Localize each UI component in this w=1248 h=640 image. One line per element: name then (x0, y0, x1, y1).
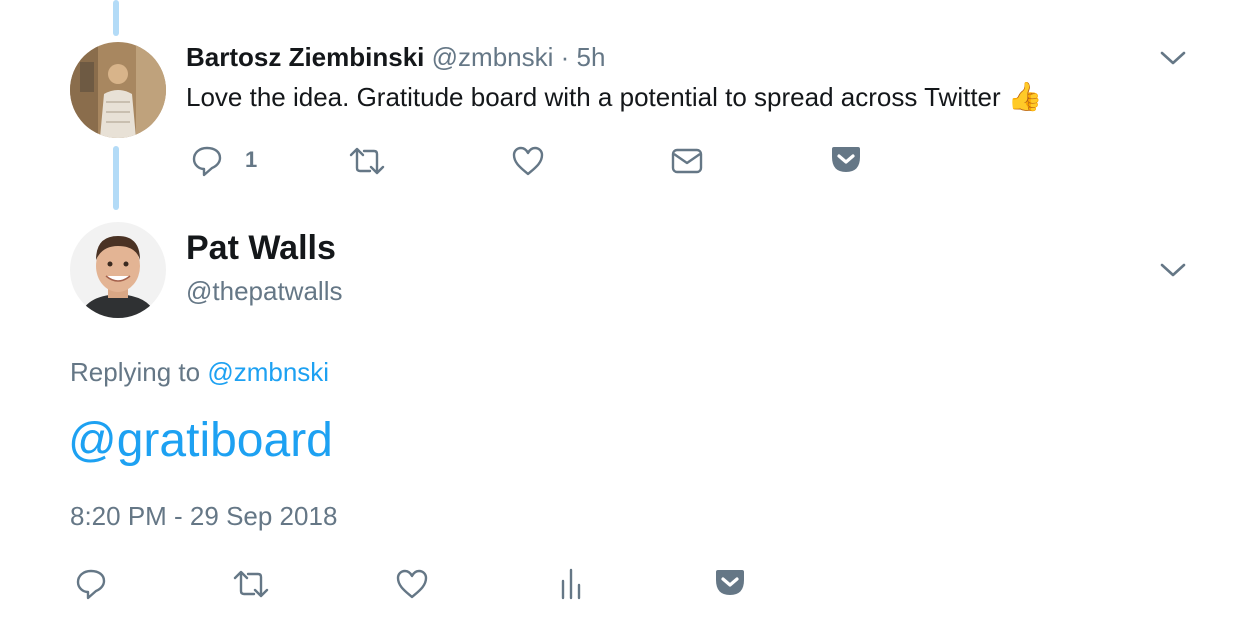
meta-separator: · (560, 42, 570, 72)
author-handle[interactable]: @zmbnski (432, 42, 554, 72)
thumbs-up-emoji: 👍 (1007, 81, 1043, 112)
pocket-icon[interactable] (714, 568, 746, 598)
tweet-time[interactable]: 5h (577, 42, 606, 72)
replying-to-label: Replying to (70, 357, 201, 387)
analytics-icon[interactable] (558, 567, 584, 601)
tweet-text-mention-link[interactable]: @gratiboard (68, 412, 333, 470)
author-name[interactable]: Pat Walls (186, 228, 336, 268)
tweet-timestamp[interactable]: 8:20 PM - 29 Sep 2018 (70, 500, 337, 532)
reply-icon[interactable] (190, 144, 224, 178)
avatar-pat-walls[interactable] (70, 222, 166, 318)
reply-count[interactable]: 1 (245, 147, 257, 173)
direct-message-icon[interactable] (670, 146, 704, 176)
reply-icon[interactable] (74, 567, 108, 601)
replying-to-handle-link[interactable]: @zmbnski (207, 357, 329, 387)
thread-line-middle (113, 146, 119, 210)
retweet-icon[interactable] (348, 146, 386, 176)
avatar-bartosz[interactable] (70, 42, 166, 138)
thread-line-top (113, 0, 119, 36)
author-name[interactable]: Bartosz Ziembinski (186, 42, 424, 72)
tweet-menu-chevron-icon[interactable] (1160, 50, 1186, 66)
pocket-icon[interactable] (830, 145, 862, 175)
tweet-menu-chevron-icon[interactable] (1160, 262, 1186, 278)
tweet-text: Love the idea. Gratitude board with a po… (186, 82, 1001, 112)
like-icon[interactable] (511, 145, 545, 177)
author-handle[interactable]: @thepatwalls (186, 275, 342, 307)
like-icon[interactable] (395, 568, 429, 600)
retweet-icon[interactable] (232, 569, 270, 599)
